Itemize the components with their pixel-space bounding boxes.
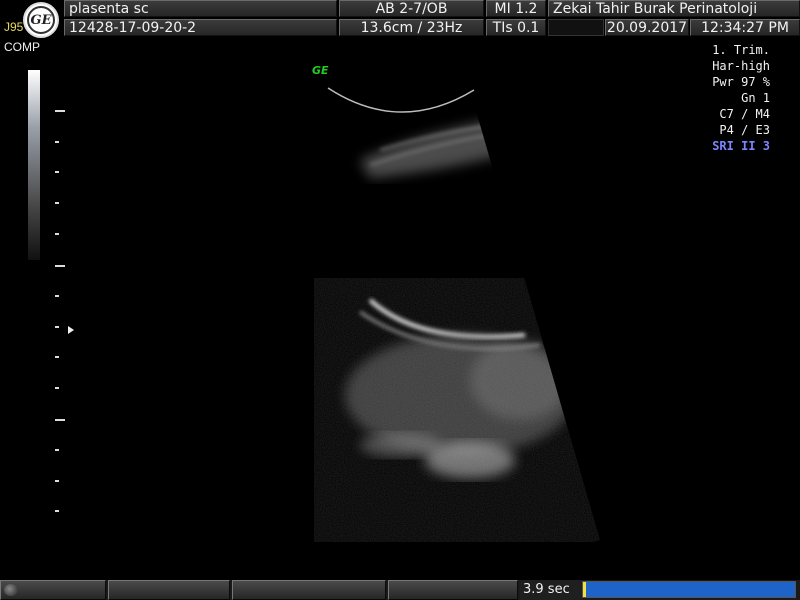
preset-label: AB 2-7/OB [339,0,484,17]
ge-logo-text: GE [27,6,55,34]
depth-ruler [55,110,69,520]
tis-value: TIs 0.1 [486,19,546,36]
setting-line: Har-high [712,59,770,73]
depth-tick [55,110,65,112]
depth-tick [55,419,65,421]
probe-orientation-mark: GE [312,64,329,77]
depth-tick [55,141,59,143]
cine-time: 3.9 sec [520,580,582,600]
depth-tick [55,480,59,482]
setting-line: Gn 1 [741,91,770,105]
depth-tick [55,449,59,451]
depth-tick [55,510,59,512]
setting-line: 1. Trim. [712,43,770,57]
focus-marker-icon[interactable] [68,326,74,334]
institution-name: Zekai Tahir Burak Perinatoloji [548,0,800,17]
soft-key-3[interactable] [388,580,518,600]
probe-label: J95 [4,20,24,34]
patient-id: 12428-17-09-20-2 [64,19,337,36]
depth-framerate: 13.6cm / 23Hz [339,19,484,36]
setting-line: C7 / M4 [719,107,770,121]
exam-time: 12:34:27 PM [690,19,800,36]
sri-setting: SRI II 3 [712,139,770,153]
patient-name: plasenta sc [64,0,337,17]
depth-tick [55,171,59,173]
ultrasound-image[interactable] [0,0,800,580]
header-spacer [548,19,604,36]
setting-line: Pwr 97 % [712,75,770,89]
grayscale-bar [28,70,40,260]
exam-date: 20.09.2017 [605,19,689,36]
ultrasound-scan [327,87,600,520]
depth-tick [55,295,59,297]
imaging-settings: 1. Trim. Har-high Pwr 97 % Gn 1 C7 / M4 … [712,42,770,154]
depth-tick [55,265,65,267]
depth-tick [55,387,59,389]
cine-loop-bar[interactable] [582,581,796,598]
cine-position-marker[interactable] [583,582,586,597]
mode-label: COMP [4,40,40,54]
ge-logo: GE [23,2,59,38]
soft-key-2[interactable] [232,580,386,600]
mi-value: MI 1.2 [486,0,546,17]
cine-progress-fill [583,582,795,597]
probe-footprint-arc [327,87,475,113]
setting-line: P4 / E3 [719,123,770,137]
depth-tick [55,356,59,358]
depth-tick [55,326,59,328]
soft-key-1[interactable] [108,580,230,600]
depth-tick [55,202,59,204]
depth-tick [55,233,59,235]
trackball-icon [4,584,18,596]
